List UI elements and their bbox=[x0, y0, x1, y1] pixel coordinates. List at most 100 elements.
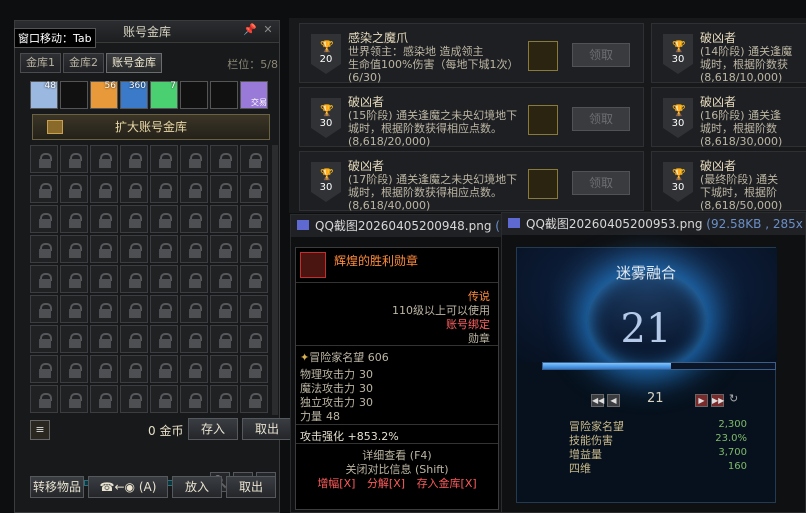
transfer-items-button[interactable]: 转移物品 bbox=[30, 476, 84, 498]
image-viewer-window-1: QQ截图20260405200948.png (3 辉煌的胜利勋章 传说 110… bbox=[290, 214, 502, 513]
desc-line: (8,618/30,000) bbox=[700, 135, 783, 148]
desc-line: (8,618/50,000) bbox=[700, 199, 783, 212]
achievement-card: 🏆 30 破凶者 (17阶段) 通关逢魔之未央幻境地下 城时，根据阶数获得相应点数。 (8… bbox=[299, 151, 644, 212]
gold-hand-icon[interactable]: ≡ bbox=[30, 420, 50, 440]
locked-slot bbox=[30, 325, 58, 353]
locked-slot bbox=[240, 355, 268, 383]
achievement-desc: (14阶段) 通关逢魔 城时，根据阶数获 (8,618/10,000) bbox=[700, 45, 792, 84]
desc-line: (8,618/20,000) bbox=[348, 135, 431, 148]
tab-vault-1[interactable]: 金库1 bbox=[20, 53, 61, 73]
shortcut-label: (A) bbox=[138, 480, 157, 494]
vault-item-slot[interactable]: 交易 bbox=[240, 81, 268, 109]
item-row: 48 56 360 7 交易 bbox=[30, 81, 268, 109]
viewer-filename: QQ截图20260405200953.png bbox=[526, 217, 703, 231]
item-count: 7 bbox=[170, 81, 176, 91]
vault-item-slot[interactable]: 7 bbox=[150, 81, 178, 109]
fame-icon: ✦ bbox=[300, 351, 310, 364]
achievement-desc: (16阶段) 通关逢 城时，根据阶数 (8,618/30,000) bbox=[700, 109, 782, 148]
item-name: 辉煌的胜利勋章 bbox=[334, 254, 419, 268]
expand-label: 扩大账号金库 bbox=[114, 120, 187, 134]
desc-line: (8,618/10,000) bbox=[700, 71, 783, 84]
next-page-icon[interactable]: ▶ bbox=[695, 394, 708, 407]
vault-item-slot[interactable] bbox=[180, 81, 208, 109]
claim-button[interactable]: 领取 bbox=[572, 171, 630, 195]
locked-slot bbox=[60, 145, 88, 173]
vault-item-slot[interactable] bbox=[210, 81, 238, 109]
locked-slot bbox=[240, 235, 268, 263]
locked-slot bbox=[30, 205, 58, 233]
locked-slot bbox=[150, 355, 178, 383]
locked-slot bbox=[90, 205, 118, 233]
fusion-stat-value: 3,700 bbox=[718, 447, 747, 458]
vault-item-slot[interactable]: 56 bbox=[90, 81, 118, 109]
enhance-value: +853.2% bbox=[347, 430, 399, 443]
locked-slot bbox=[240, 295, 268, 323]
trophy-icon: 🏆 bbox=[320, 40, 334, 53]
locked-slot bbox=[180, 325, 208, 353]
claim-button[interactable]: 领取 bbox=[572, 43, 630, 67]
image-file-icon bbox=[508, 218, 520, 228]
window-move-hint: 窗口移动：Tab bbox=[14, 28, 96, 48]
locked-slot bbox=[150, 385, 178, 413]
amplify-action[interactable]: 增幅[X] bbox=[317, 477, 355, 490]
locked-slot bbox=[180, 385, 208, 413]
viewer-titlebar[interactable]: QQ截图20260405200953.png (92.58KB , 285x bbox=[502, 213, 805, 235]
vault-item-slot[interactable]: 360 bbox=[120, 81, 148, 109]
vault-item-slot[interactable]: 48 bbox=[30, 81, 58, 109]
expand-vault-button[interactable]: 扩大账号金库 bbox=[32, 114, 270, 140]
take-out-button[interactable]: 取出 bbox=[226, 476, 276, 498]
desc-line: 城时，根据阶数获得相应点数。 bbox=[348, 122, 502, 135]
locked-slot bbox=[30, 175, 58, 203]
stat-name: 力量 bbox=[300, 410, 322, 423]
locked-slot bbox=[30, 145, 58, 173]
locked-slot bbox=[240, 325, 268, 353]
disassemble-action[interactable]: 分解[X] bbox=[367, 477, 405, 490]
badge-points: 30 bbox=[671, 54, 685, 65]
badge-points: 30 bbox=[671, 182, 685, 193]
locked-slot bbox=[60, 385, 88, 413]
last-page-icon[interactable]: ▶▶ bbox=[711, 394, 724, 407]
store-vault-action[interactable]: 存入金库[X] bbox=[417, 477, 477, 490]
vault-scrollbar[interactable] bbox=[272, 145, 278, 415]
put-in-button[interactable]: 放入 bbox=[172, 476, 222, 498]
desc-line: (6/30) bbox=[348, 71, 382, 84]
gold-row: ≡ 0 金币 存入 取出 bbox=[30, 418, 292, 442]
locked-slot bbox=[150, 265, 178, 293]
locked-slot bbox=[90, 355, 118, 383]
gold-amount: 0 金币 bbox=[148, 424, 184, 438]
desc-line: 世界领主：感染地 造成领主 bbox=[348, 45, 484, 58]
fusion-stat-name: 四维 bbox=[569, 462, 591, 475]
shortcut-button[interactable]: ☎←◉ (A) bbox=[88, 476, 168, 498]
refresh-icon[interactable]: ↻ bbox=[729, 392, 738, 405]
locked-slot bbox=[30, 385, 58, 413]
trophy-icon: 🏆 bbox=[320, 104, 334, 117]
locked-slot bbox=[240, 175, 268, 203]
mist-fusion-panel: 迷雾融合 21 ◀◀ ◀ 21 ▶ ▶▶ ↻ 冒险家名望 2,300 技能伤害 23.… bbox=[516, 247, 777, 503]
trophy-badge: 🏆 30 bbox=[663, 162, 693, 202]
locked-slot bbox=[240, 145, 268, 173]
locked-slot bbox=[150, 235, 178, 263]
first-page-icon[interactable]: ◀◀ bbox=[591, 394, 604, 407]
stat-value: 48 bbox=[326, 410, 340, 423]
locked-slot bbox=[30, 355, 58, 383]
deposit-button[interactable]: 存入 bbox=[188, 418, 238, 440]
trophy-badge: 🏆 30 bbox=[663, 98, 693, 138]
viewer-filename: QQ截图20260405200948.png bbox=[315, 219, 492, 233]
locked-slot bbox=[60, 355, 88, 383]
tab-vault-2[interactable]: 金库2 bbox=[63, 53, 104, 73]
desc-line: 城时，根据阶数获得相应点数。 bbox=[348, 186, 502, 199]
achievement-card: 🏆 30 破凶者 (16阶段) 通关逢 城时，根据阶数 (8,618/30,000) bbox=[651, 87, 806, 148]
locked-slot bbox=[210, 235, 238, 263]
withdraw-button[interactable]: 取出 bbox=[242, 418, 292, 440]
locked-slot bbox=[210, 175, 238, 203]
claim-button[interactable]: 领取 bbox=[572, 107, 630, 131]
fusion-title: 迷雾融合 bbox=[615, 264, 676, 282]
prev-page-icon[interactable]: ◀ bbox=[607, 394, 620, 407]
item-type: 勋章 bbox=[468, 332, 490, 345]
locked-slot bbox=[120, 145, 148, 173]
slot-count: 栏位：5/8 bbox=[227, 58, 278, 71]
locked-slot bbox=[60, 265, 88, 293]
tab-account-vault[interactable]: 账号金库 bbox=[106, 53, 162, 73]
viewer-titlebar[interactable]: QQ截图20260405200948.png (3 bbox=[291, 215, 501, 237]
vault-item-slot[interactable] bbox=[60, 81, 88, 109]
